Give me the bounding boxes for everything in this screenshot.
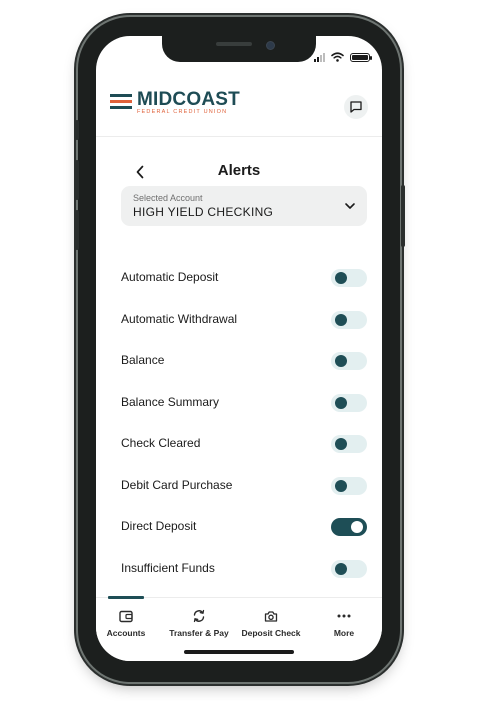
alert-label: Direct Deposit [121,519,197,533]
alert-label: Balance [121,353,165,367]
tab-transfer-pay[interactable]: Transfer & Pay [165,608,233,638]
alert-toggle[interactable] [331,518,367,536]
account-selector[interactable]: Selected Account HIGH YIELD CHECKING [121,186,367,226]
brand-logo: MIDCOAST FEDERAL CREDIT UNION [110,90,240,116]
notch [162,36,316,62]
alert-toggle[interactable] [331,269,367,287]
toggle-knob [335,355,347,367]
wifi-icon [331,52,344,62]
toggle-knob [335,480,347,492]
toggle-knob [335,438,347,450]
alert-toggle[interactable] [331,435,367,453]
chevron-left-icon [136,165,144,179]
chevron-down-icon [345,203,355,209]
tab-more[interactable]: More [310,608,378,638]
alert-toggle[interactable] [331,477,367,495]
front-camera [266,41,275,50]
silent-switch [75,120,79,140]
camera-icon [264,610,278,622]
transfer-icon [193,609,205,623]
brand-subtitle: FEDERAL CREDIT UNION [137,109,228,115]
back-button[interactable] [130,162,150,182]
alert-row: Direct Deposit [121,516,367,538]
wallet-icon [119,610,133,622]
account-selector-value: HIGH YIELD CHECKING [133,205,274,219]
alert-row: Check Cleared [121,433,367,455]
alert-row: Insufficient Funds [121,558,367,580]
battery-icon [350,53,372,62]
tab-deposit-check[interactable]: Deposit Check [237,608,305,638]
power-button [401,185,405,247]
chat-button[interactable] [344,95,368,119]
volume-down-button [75,210,79,250]
tab-accounts[interactable]: Accounts [96,608,160,638]
status-bar [314,52,372,62]
app-header: MIDCOAST FEDERAL CREDIT UNION [96,76,382,137]
tab-label: Deposit Check [241,628,301,638]
toggle-knob [335,397,347,409]
chat-icon [350,101,362,113]
toggle-knob [335,314,347,326]
alert-toggle[interactable] [331,311,367,329]
tab-label: More [333,628,355,638]
toggle-knob [335,272,347,284]
toggle-knob [351,521,363,533]
more-icon [337,614,351,618]
alert-label: Balance Summary [121,395,220,409]
alert-label: Debit Card Purchase [121,478,233,492]
brand-name: MIDCOAST [137,89,240,110]
screen: MIDCOAST FEDERAL CREDIT UNION Alerts Sel… [96,36,382,661]
volume-up-button [75,160,79,200]
alert-row: Balance Summary [121,392,367,414]
alert-label: Automatic Withdrawal [121,312,238,326]
alert-toggle[interactable] [331,352,367,370]
tab-label: Accounts [106,628,146,638]
alert-toggle[interactable] [331,560,367,578]
speaker-grille [216,42,252,46]
alert-label: Insufficient Funds [121,561,215,575]
tab-label: Transfer & Pay [169,628,229,638]
active-tab-indicator [108,596,144,599]
signal-icon [314,53,325,62]
home-indicator [184,650,294,654]
alert-label: Automatic Deposit [121,270,219,284]
account-selector-label: Selected Account [133,193,203,203]
logo-mark [110,93,132,112]
alert-row: Automatic Deposit [121,267,367,289]
alert-toggle[interactable] [331,394,367,412]
toggle-knob [335,563,347,575]
alert-row: Automatic Withdrawal [121,309,367,331]
alert-row: Balance [121,350,367,372]
title-row: Alerts [96,158,382,186]
alert-row: Debit Card Purchase [121,475,367,497]
alert-label: Check Cleared [121,436,201,450]
